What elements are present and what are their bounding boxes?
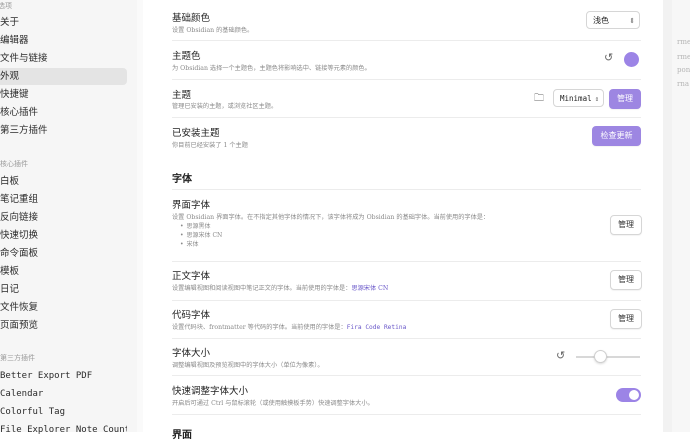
reset-icon[interactable]: ↺ (556, 349, 565, 362)
sidebar-section-core: 核心插件 (0, 160, 28, 168)
setting-description: 为 Obsidian 选择一个主题色，主题色将影响选中、链接等元素的颜色。 (172, 65, 371, 72)
setting-description: 开启后可通过 Ctrl 与鼠标滚轮（或使用触摸板手势）快速调整字体大小。 (172, 400, 374, 407)
setting-title: 快速调整字体大小 (172, 386, 249, 397)
toggle-knob (629, 390, 639, 400)
content-scrollbar[interactable] (663, 0, 672, 432)
setting-code-font: 代码字体 设置代码块、frontmatter 等代码的字体。当前使用的字体是：F… (172, 301, 642, 339)
description-text: 设置代码块、frontmatter 等代码的字体。当前使用的字体是： (172, 324, 347, 331)
current-code-font: Fira Code Retina (346, 324, 407, 331)
panel-text: pon (677, 66, 690, 74)
chevron-updown-icon: ⇕ (594, 95, 599, 103)
setting-text-font: 正文字体 设置编辑视图和阅读视图中笔记正文的字体。当前使用的字体是：思源宋体 C… (172, 262, 642, 301)
setting-description: 设置 Obsidian 的基础颜色。 (172, 27, 254, 34)
slider-handle[interactable] (594, 350, 608, 363)
sidebar-section-options: 选项 (0, 2, 12, 10)
check-updates-button[interactable]: 检查更新 (592, 126, 641, 146)
sidebar-item-files-links[interactable]: 文件与链接 (0, 50, 127, 67)
current-text-font: 思源宋体 CN (351, 285, 389, 292)
base-color-select[interactable]: 浅色 ⇕ (586, 11, 640, 29)
ui-font-list: 思源黑体 思源宋体 CN 宋体 (180, 222, 223, 249)
sidebar-item-about[interactable]: 关于 (0, 14, 127, 31)
setting-title: 字体大小 (172, 348, 211, 359)
sidebar-item-command-palette[interactable]: 命令面板 (0, 245, 127, 262)
setting-description: 调整编辑视图及预览视图中的字体大小（单位为像素）。 (172, 362, 324, 369)
chevron-updown-icon: ⇕ (629, 17, 635, 25)
sidebar-item-better-export-pdf[interactable]: Better Export PDF (0, 368, 127, 385)
sidebar-item-backlinks[interactable]: 反向链接 (0, 209, 127, 226)
sidebar-item-calendar[interactable]: Calendar (0, 386, 127, 403)
section-heading-fonts: 字体 (172, 174, 192, 185)
sidebar-item-daily-notes[interactable]: 日记 (0, 281, 127, 298)
setting-themes: 主题 管理已安装的主题，或浏览社区主题。 🗀 Minimal ⇕ 管理 (172, 80, 641, 118)
setting-accent-color: 主题色 为 Obsidian 选择一个主题色，主题色将影响选中、链接等元素的颜色… (172, 41, 641, 80)
background-panel: rmen rmen pon rna (672, 0, 690, 432)
setting-quick-font-size: 快速调整字体大小 开启后可通过 Ctrl 与鼠标滚轮（或使用触摸板手势）快速调整… (172, 376, 641, 415)
theme-select[interactable]: Minimal ⇕ (553, 89, 604, 107)
setting-description: 设置 Obsidian 界面字体。在不指定其他字体的情况下，该字体将成为 Obs… (172, 214, 490, 221)
setting-title: 界面字体 (172, 200, 211, 211)
accent-color-swatch[interactable] (624, 52, 639, 67)
setting-font-size: 字体大小 调整编辑视图及预览视图中的字体大小（单位为像素）。 ↺ (172, 339, 641, 376)
list-item: 思源黑体 (180, 222, 222, 231)
settings-sidebar: 选项 关于 编辑器 文件与链接 外观 快捷键 核心插件 第三方插件 核心插件 白… (0, 0, 138, 435)
manage-ui-font-button[interactable]: 管理 (610, 215, 642, 235)
setting-base-color: 基础颜色 设置 Obsidian 的基础颜色。 浅色 ⇕ (172, 0, 641, 41)
sidebar-item-canvas[interactable]: 白板 (0, 173, 127, 190)
description-text: 设置编辑视图和阅读视图中笔记正文的字体。当前使用的字体是： (172, 285, 352, 292)
setting-title: 基础颜色 (172, 13, 211, 24)
quick-font-size-toggle[interactable] (616, 388, 641, 402)
sidebar-item-community-plugins[interactable]: 第三方插件 (0, 122, 127, 139)
section-heading-interface: 界面 (172, 430, 192, 441)
manage-themes-button[interactable]: 管理 (609, 89, 641, 109)
manage-code-font-button[interactable]: 管理 (610, 309, 642, 329)
sidebar-item-page-preview[interactable]: 页面预览 (0, 317, 127, 334)
setting-title: 正文字体 (172, 271, 211, 282)
setting-title: 主题色 (172, 51, 201, 62)
sidebar-item-appearance[interactable]: 外观 (0, 68, 127, 85)
sidebar-item-editor[interactable]: 编辑器 (0, 32, 127, 49)
sidebar-item-quick-switcher[interactable]: 快速切换 (0, 227, 127, 244)
sidebar-item-file-recovery[interactable]: 文件恢复 (0, 299, 127, 316)
select-value: 浅色 (593, 16, 609, 25)
setting-description: 设置代码块、frontmatter 等代码的字体。当前使用的字体是：Fira C… (172, 322, 406, 331)
sidebar-section-third-party: 第三方插件 (0, 354, 35, 362)
setting-description: 你目前已经安装了 1 个主题 (172, 142, 248, 149)
setting-ui-font: 界面字体 设置 Obsidian 界面字体。在不指定其他字体的情况下，该字体将成… (172, 190, 642, 262)
setting-description: 管理已安装的主题，或浏览社区主题。 (172, 103, 278, 110)
panel-text: rmen (677, 53, 690, 61)
settings-content: 基础颜色 设置 Obsidian 的基础颜色。 浅色 ⇕ 主题色 为 Obsid… (143, 0, 663, 441)
setting-title: 代码字体 (172, 310, 211, 321)
manage-text-font-button[interactable]: 管理 (610, 270, 642, 290)
setting-title: 主题 (172, 90, 192, 101)
select-value: Minimal (560, 94, 592, 103)
sidebar-item-file-explorer-note-count[interactable]: File Explorer Note Count (0, 422, 127, 439)
reset-icon[interactable]: ↺ (604, 51, 613, 64)
sidebar-item-templates[interactable]: 模板 (0, 263, 127, 280)
sidebar-item-note-composer[interactable]: 笔记重组 (0, 191, 127, 208)
setting-description: 设置编辑视图和阅读视图中笔记正文的字体。当前使用的字体是：思源宋体 CN (172, 283, 388, 292)
panel-text: rna (677, 80, 690, 88)
list-item: 宋体 (180, 240, 222, 249)
font-size-slider[interactable] (576, 356, 640, 358)
sidebar-item-hotkeys[interactable]: 快捷键 (0, 86, 127, 103)
sidebar-item-core-plugins[interactable]: 核心插件 (0, 104, 127, 121)
setting-title: 已安装主题 (172, 128, 220, 139)
panel-text: rmen (677, 38, 690, 46)
setting-installed-themes: 已安装主题 你目前已经安装了 1 个主题 检查更新 (172, 118, 641, 158)
list-item: 思源宋体 CN (180, 231, 223, 240)
sidebar-item-colorful-tag[interactable]: Colorful Tag (0, 404, 127, 421)
folder-icon[interactable]: 🗀 (534, 91, 544, 108)
